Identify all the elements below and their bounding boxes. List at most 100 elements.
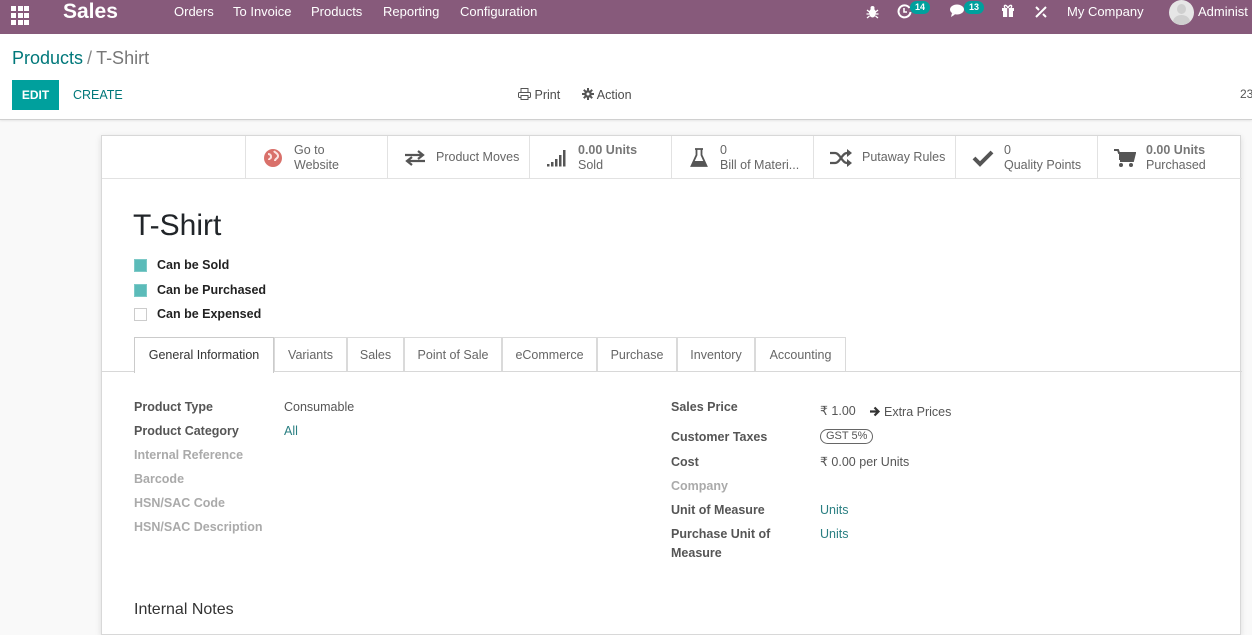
tab-accounting[interactable]: Accounting bbox=[755, 337, 846, 371]
barcode-label: Barcode bbox=[134, 472, 185, 486]
internal-reference-label: Internal Reference bbox=[134, 448, 244, 462]
units-sold-value: 0.00 Units bbox=[578, 142, 638, 157]
tab-purchase[interactable]: Purchase bbox=[597, 337, 677, 371]
can-be-sold-checkbox-row[interactable]: Can be Sold bbox=[134, 258, 229, 272]
quality-points-count: 0 bbox=[1004, 142, 1011, 157]
tab-inventory[interactable]: Inventory bbox=[677, 337, 755, 371]
website-line2: Website bbox=[294, 157, 339, 172]
menu-orders[interactable]: Orders bbox=[174, 4, 214, 20]
check-icon bbox=[970, 147, 996, 169]
customer-taxes-label: Customer Taxes bbox=[671, 430, 768, 444]
message-count-badge: 13 bbox=[964, 1, 985, 14]
top-navbar: Sales Orders To Invoice Products Reporti… bbox=[0, 0, 1252, 34]
gift-icon[interactable] bbox=[1001, 4, 1015, 23]
pager-value[interactable]: 23 bbox=[1240, 87, 1252, 101]
arrow-right-icon bbox=[870, 406, 881, 417]
control-panel: Products / T-Shirt EDIT CREATE Print Actio… bbox=[0, 34, 1252, 120]
create-button[interactable]: CREATE bbox=[73, 80, 123, 110]
extra-prices-button[interactable]: Extra Prices bbox=[869, 404, 951, 420]
putaway-rules-smart-button[interactable]: Putaway Rules bbox=[813, 136, 955, 179]
internal-notes-heading: Internal Notes bbox=[134, 601, 234, 618]
customer-tax-tag: GST 5% bbox=[820, 429, 874, 444]
can-be-purchased-checkbox-row[interactable]: Can be Purchased bbox=[134, 283, 266, 297]
gear-icon bbox=[582, 88, 594, 100]
can-be-sold-checkbox[interactable] bbox=[134, 258, 147, 272]
bom-smart-button[interactable]: 0 Bill of Materi... bbox=[671, 136, 813, 179]
apps-menu-icon[interactable] bbox=[11, 5, 31, 25]
form-sheet: Go to Website Product Moves 0.00 Units Sol… bbox=[101, 135, 1242, 635]
website-line1: Go to bbox=[294, 142, 325, 157]
company-label: Company bbox=[671, 479, 728, 493]
units-sold-smart-button[interactable]: 0.00 Units Sold bbox=[529, 136, 671, 179]
tab-sales[interactable]: Sales bbox=[347, 337, 404, 371]
unit-of-measure-label: Unit of Measure bbox=[671, 503, 765, 517]
tab-general-information[interactable]: General Information bbox=[134, 337, 274, 373]
tab-variants[interactable]: Variants bbox=[274, 337, 347, 371]
purchase-uom-link[interactable]: Units bbox=[820, 526, 848, 542]
user-menu[interactable]: Administ bbox=[1198, 3, 1248, 21]
units-purchased-value: 0.00 Units bbox=[1146, 142, 1206, 157]
cost-value: ₹ 0.00 per Units bbox=[820, 454, 909, 470]
quality-points-smart-button[interactable]: 0 Quality Points bbox=[955, 136, 1097, 179]
print-icon bbox=[518, 88, 531, 100]
menu-products[interactable]: Products bbox=[311, 4, 362, 20]
print-label: Print bbox=[534, 88, 561, 102]
product-category-link[interactable]: All bbox=[284, 423, 298, 439]
product-moves-smart-button[interactable]: Product Moves bbox=[387, 136, 529, 179]
units-purchased-smart-button[interactable]: 0.00 Units Purchased bbox=[1097, 136, 1242, 179]
product-moves-label: Product Moves bbox=[436, 150, 520, 164]
can-be-sold-label: Can be Sold bbox=[157, 258, 230, 272]
unit-of-measure-link[interactable]: Units bbox=[820, 502, 848, 518]
hsn-sac-code-label: HSN/SAC Code bbox=[134, 496, 225, 510]
cost-unit: per Units bbox=[859, 455, 910, 469]
tools-icon[interactable] bbox=[1034, 5, 1048, 24]
user-avatar[interactable] bbox=[1169, 0, 1194, 25]
menu-to-invoice[interactable]: To Invoice bbox=[233, 4, 292, 20]
hsn-sac-description-label: HSN/SAC Description bbox=[134, 520, 263, 534]
breadcrumb-products-link[interactable]: Products bbox=[12, 48, 83, 68]
product-name: T-Shirt bbox=[133, 209, 222, 242]
exchange-arrows-icon bbox=[402, 147, 428, 169]
flask-icon bbox=[686, 147, 712, 169]
app-name: Sales bbox=[63, 0, 118, 23]
breadcrumb-current: T-Shirt bbox=[96, 48, 150, 68]
smart-button-box: Go to Website Product Moves 0.00 Units Sol… bbox=[102, 136, 1242, 179]
globe-icon bbox=[260, 147, 286, 169]
units-purchased-label: Purchased bbox=[1146, 157, 1206, 172]
menu-configuration[interactable]: Configuration bbox=[460, 4, 537, 20]
can-be-expensed-checkbox-row[interactable]: Can be Expensed bbox=[134, 307, 261, 321]
menu-reporting[interactable]: Reporting bbox=[383, 4, 439, 20]
product-category-label: Product Category bbox=[134, 424, 239, 438]
product-type-value: Consumable bbox=[284, 400, 355, 414]
can-be-expensed-checkbox[interactable] bbox=[134, 307, 147, 321]
action-button[interactable]: Action bbox=[582, 87, 632, 103]
debug-bug-icon[interactable] bbox=[866, 5, 879, 24]
sales-price-label: Sales Price bbox=[671, 400, 738, 414]
company-switcher[interactable]: My Company bbox=[1067, 3, 1144, 21]
notebook-tabs: General Information Variants Sales Point… bbox=[102, 337, 1242, 373]
putaway-rules-label: Putaway Rules bbox=[862, 150, 946, 164]
shuffle-icon bbox=[828, 147, 854, 169]
sales-price-value: ₹ 1.00 bbox=[820, 404, 856, 418]
activity-count-badge: 14 bbox=[910, 1, 931, 14]
quality-points-label: Quality Points bbox=[1004, 157, 1082, 172]
edit-button[interactable]: EDIT bbox=[12, 80, 59, 110]
tab-ecommerce[interactable]: eCommerce bbox=[502, 337, 597, 371]
cost-label: Cost bbox=[671, 455, 699, 469]
action-label: Action bbox=[596, 88, 632, 102]
units-sold-label: Sold bbox=[578, 157, 604, 172]
website-smart-button[interactable]: Go to Website bbox=[245, 136, 387, 179]
cost-amount: ₹ 0.00 bbox=[820, 455, 856, 469]
cart-icon bbox=[1112, 147, 1138, 169]
can-be-expensed-label: Can be Expensed bbox=[157, 307, 262, 321]
print-button[interactable]: Print bbox=[518, 87, 560, 103]
product-type-label: Product Type bbox=[134, 400, 213, 414]
can-be-purchased-label: Can be Purchased bbox=[157, 283, 267, 297]
breadcrumb-separator: / bbox=[87, 48, 93, 68]
tab-point-of-sale[interactable]: Point of Sale bbox=[404, 337, 502, 371]
signal-bars-icon bbox=[544, 147, 570, 169]
breadcrumb: Products / T-Shirt bbox=[12, 47, 149, 69]
can-be-purchased-checkbox[interactable] bbox=[134, 283, 147, 297]
purchase-uom-label: Purchase Unit of Measure bbox=[671, 527, 771, 560]
extra-prices-label: Extra Prices bbox=[884, 405, 952, 419]
